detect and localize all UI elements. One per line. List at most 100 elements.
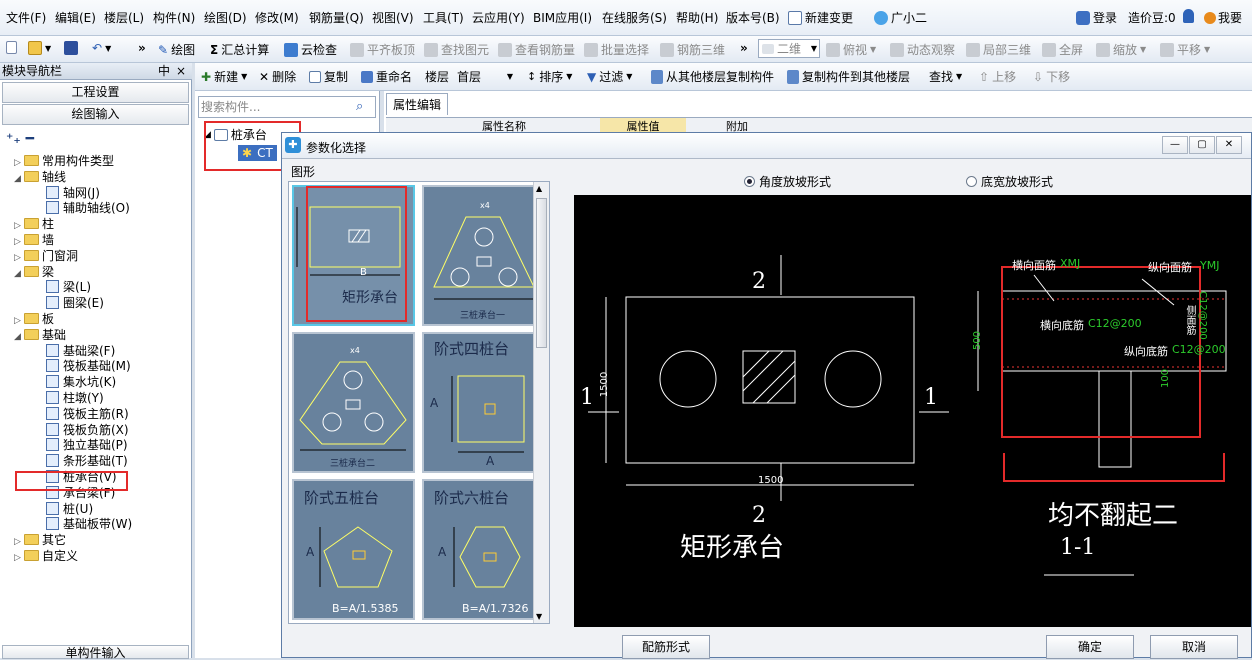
tree-item[interactable]: ▷ 其它 — [0, 532, 190, 548]
tree-item[interactable]: 筏板主筋(R) — [0, 406, 190, 422]
radio-angle-slope[interactable]: 角度放坡形式 — [744, 173, 831, 190]
cancel-button[interactable]: 取消 — [1150, 635, 1238, 659]
cloud-check-button[interactable]: 云检查 — [284, 41, 337, 58]
gallery-scrollbar[interactable]: ▲ ▼ — [533, 182, 549, 623]
search-icon[interactable]: ⌕ — [356, 99, 363, 114]
tree-item[interactable]: ▷ 门窗洞 — [0, 248, 190, 264]
copy-from-other-floor-button[interactable]: 从其他楼层复制构件 — [651, 68, 774, 85]
copy-to-other-floor-button[interactable]: 复制构件到其他楼层 — [787, 68, 910, 85]
expand-arrow-icon[interactable]: ▷ — [14, 550, 24, 566]
undo-button[interactable]: ↶ ▼ — [92, 41, 111, 55]
new-change-button[interactable]: 新建变更 — [788, 9, 853, 26]
menu-help[interactable]: 帮助(H) — [676, 9, 718, 26]
login-button[interactable]: 登录 — [1076, 9, 1117, 26]
view-mode-select[interactable]: 二维 ▼ — [758, 39, 820, 58]
filter-button[interactable]: ▼ 过滤 ▼ — [587, 68, 632, 85]
find-element-button[interactable]: 查找图元 — [424, 41, 489, 58]
batch-select-button[interactable]: 批量选择 — [584, 41, 649, 58]
top-view-button[interactable]: 俯视 ▼ — [826, 41, 876, 58]
floor-select[interactable]: 首层 ▼ — [453, 67, 515, 86]
menu-view[interactable]: 视图(V) — [372, 9, 414, 26]
tree-item[interactable]: 条形基础(T) — [0, 453, 190, 469]
menu-component[interactable]: 构件(N) — [153, 9, 195, 26]
menu-bim[interactable]: BIM应用(I) — [533, 9, 592, 26]
menu-floor[interactable]: 楼层(L) — [104, 9, 144, 26]
fullscreen-button[interactable]: 全屏 — [1042, 41, 1083, 58]
scroll-down-icon[interactable]: ▼ — [536, 612, 542, 621]
pan-button[interactable]: 平移 ▼ — [1160, 41, 1210, 58]
thumb-step-four-pile[interactable]: 阶式四桩台 A A — [422, 332, 545, 473]
menu-draw[interactable]: 绘图(D) — [204, 9, 247, 26]
menu-file[interactable]: 文件(F) — [6, 9, 46, 26]
radio-width-slope[interactable]: 底宽放坡形式 — [966, 173, 1053, 190]
rebar-3d-button[interactable]: 钢筋三维 — [660, 41, 725, 58]
sort-button[interactable]: ↕ 排序 ▼ — [527, 68, 572, 85]
tree-item[interactable]: 轴网(J) — [0, 185, 190, 201]
pin-icon[interactable]: 中 — [158, 63, 170, 79]
move-up-button[interactable]: ⇧ 上移 — [979, 68, 1016, 85]
copy-button[interactable]: 复制 — [309, 68, 348, 85]
ok-button[interactable]: 确定 — [1046, 635, 1134, 659]
new-component-button[interactable]: ✚ 新建 ▼ — [201, 68, 247, 85]
tree-item[interactable]: 独立基础(P) — [0, 437, 190, 453]
sum-calc-button[interactable]: Σ 汇总计算 — [210, 41, 269, 58]
dynamic-observe-button[interactable]: 动态观察 — [890, 41, 955, 58]
search-input[interactable]: 搜索构件... — [198, 96, 376, 118]
tree-item[interactable]: ◢ 基础 — [0, 327, 190, 343]
rename-button[interactable]: 重命名 — [361, 68, 412, 85]
drawing-input-button[interactable]: 绘图输入 — [2, 104, 189, 125]
menu-cloud[interactable]: 云应用(Y) — [472, 9, 525, 26]
single-component-input-button[interactable]: 单构件输入 — [2, 645, 189, 660]
tree-item[interactable]: 基础梁(F) — [0, 343, 190, 359]
scroll-up-icon[interactable]: ▲ — [536, 184, 542, 193]
draw-button[interactable]: ✎ 绘图 — [158, 41, 195, 58]
thumb-three-pile-2[interactable]: x4 三桩承台二 — [292, 332, 415, 473]
tree-item[interactable]: ▷ 板 — [0, 311, 190, 327]
delete-button[interactable]: ✕ 删除 — [259, 68, 296, 85]
tree-item[interactable]: ◢ 轴线 — [0, 169, 190, 185]
maximize-button[interactable]: ▢ — [1189, 136, 1215, 154]
zoom-button[interactable]: 缩放 ▼ — [1096, 41, 1146, 58]
property-edit-tab[interactable]: 属性编辑 — [386, 93, 449, 115]
menu-rebar-qty[interactable]: 钢筋量(Q) — [309, 9, 364, 26]
tree-item[interactable]: ▷ 柱 — [0, 216, 190, 232]
find-button[interactable]: 查找 ▼ — [929, 68, 962, 85]
menu-version[interactable]: 版本号(B) — [726, 9, 780, 26]
open-file-button[interactable]: ▼ — [28, 41, 51, 55]
dialog-close-button[interactable]: ✕ — [1216, 136, 1242, 154]
tree-item[interactable]: ◢ 梁 — [0, 264, 190, 280]
expand-all-icon[interactable]: ⁺₊ ━ — [6, 131, 34, 147]
thumb-step-five-pile[interactable]: 阶式五桩台 A B=A/1.5385 — [292, 479, 415, 620]
local-3d-button[interactable]: 局部三维 — [966, 41, 1031, 58]
toolbar-overflow-icon[interactable]: » — [138, 41, 146, 55]
tree-item[interactable]: ▷ 墙 — [0, 232, 190, 248]
tree-item[interactable]: 桩(U) — [0, 501, 190, 517]
assistant-button[interactable]: 广小二 — [874, 9, 927, 26]
view-rebar-button[interactable]: 查看钢筋量 — [498, 41, 575, 58]
tree-item[interactable]: 筏板基础(M) — [0, 358, 190, 374]
tree-item[interactable]: 辅助轴线(O) — [0, 200, 190, 216]
want-button[interactable]: 我要 — [1204, 9, 1242, 26]
project-settings-button[interactable]: 工程设置 — [2, 82, 189, 103]
rebar-form-button[interactable]: 配筋形式 — [622, 635, 710, 659]
new-file-button[interactable] — [6, 41, 17, 54]
minimize-button[interactable]: — — [1162, 136, 1188, 154]
tree-item[interactable]: 柱墩(Y) — [0, 390, 190, 406]
tree-item[interactable]: 圈梁(E) — [0, 295, 190, 311]
tree-item[interactable]: 集水坑(K) — [0, 374, 190, 390]
toolbar-overflow-icon-2[interactable]: » — [740, 41, 748, 55]
move-down-button[interactable]: ⇩ 下移 — [1033, 68, 1070, 85]
align-slab-button[interactable]: 平齐板顶 — [350, 41, 415, 58]
tree-item[interactable]: 梁(L) — [0, 279, 190, 295]
tree-item[interactable]: ▷ 自定义 — [0, 548, 190, 564]
tree-item[interactable]: 筏板负筋(X) — [0, 422, 190, 438]
tree-item[interactable]: ▷ 常用构件类型 — [0, 153, 190, 169]
thumb-step-six-pile[interactable]: 阶式六桩台 A B=A/1.7326 — [422, 479, 545, 620]
close-icon[interactable]: × — [176, 63, 186, 79]
save-button[interactable] — [64, 41, 78, 55]
menu-modify[interactable]: 修改(M) — [255, 9, 299, 26]
bell-button[interactable] — [1183, 9, 1194, 23]
menu-online[interactable]: 在线服务(S) — [602, 9, 667, 26]
thumb-three-pile-1[interactable]: x4 三桩承台一 — [422, 185, 545, 326]
menu-tools[interactable]: 工具(T) — [423, 9, 464, 26]
